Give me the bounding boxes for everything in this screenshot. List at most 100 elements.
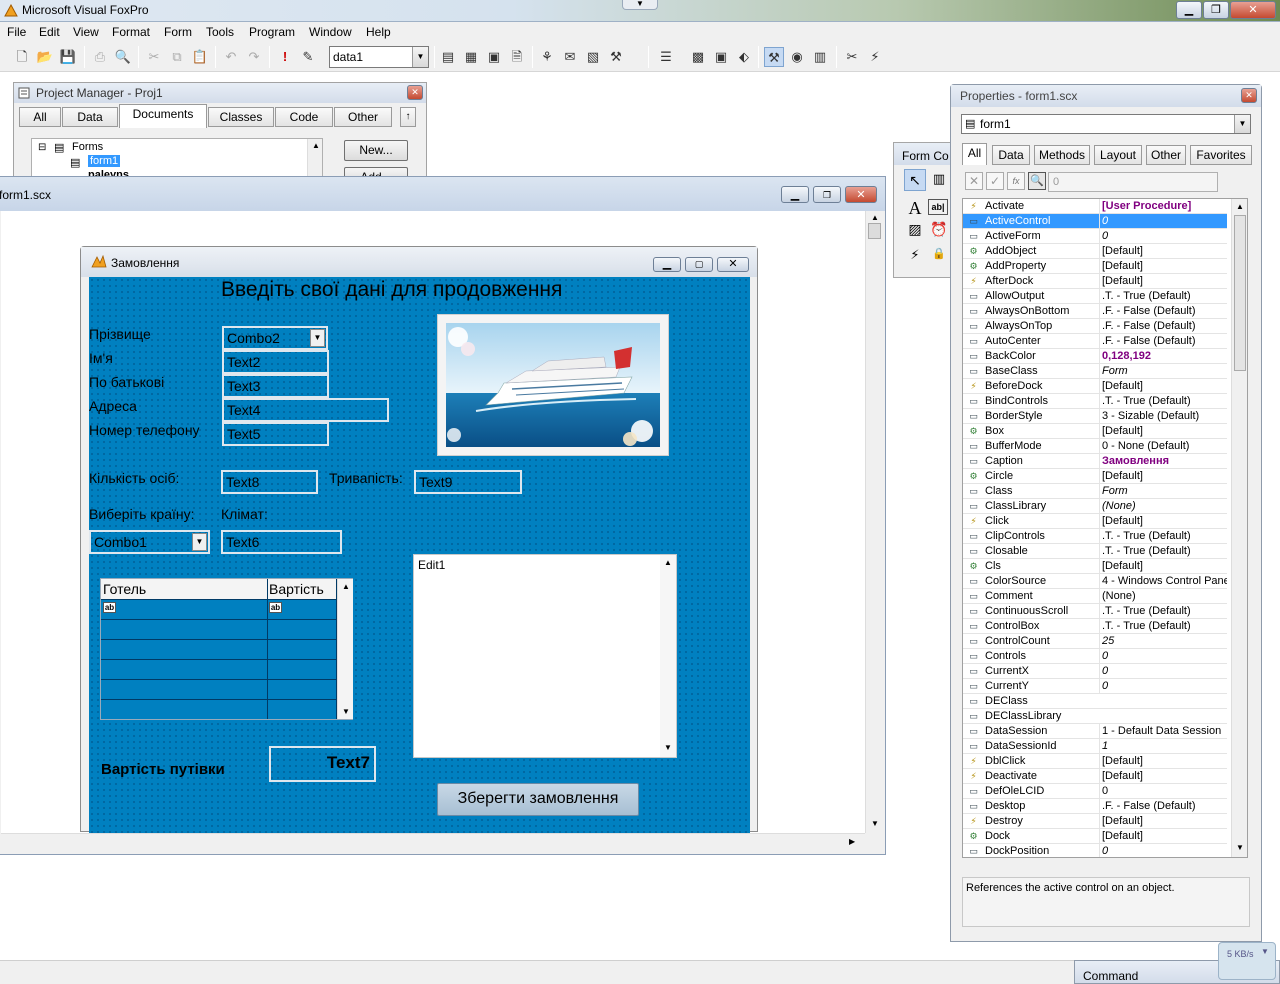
property-row[interactable]: ⚙ Cls [Default] — [963, 559, 1227, 574]
property-row[interactable]: ▭ Caption Замовлення — [963, 454, 1227, 469]
select-pointer-icon[interactable]: ↖ — [904, 169, 926, 191]
vertical-scrollbar[interactable]: ▲ ▼ — [865, 211, 883, 833]
form-client-area[interactable]: Введіть свої дані для продовження Прізви… — [89, 277, 750, 833]
tab-other[interactable]: Other — [334, 107, 392, 127]
zoom-icon[interactable]: 🔍 — [1028, 172, 1046, 190]
collapse-icon[interactable]: ⊟ — [38, 142, 46, 153]
property-row[interactable]: ⚡ Click [Default] — [963, 514, 1227, 529]
save-order-button[interactable]: Зберегти замовлення — [437, 783, 639, 816]
property-row[interactable]: ⚡ BeforeDock [Default] — [963, 379, 1227, 394]
builder-lock-icon[interactable]: ⚡ — [904, 247, 926, 267]
property-row[interactable]: ▭ BindControls .T. - True (Default) — [963, 394, 1227, 409]
restore-button[interactable]: ❐ — [1203, 1, 1229, 19]
property-row[interactable]: ▭ AllowOutput .T. - True (Default) — [963, 289, 1227, 304]
property-value[interactable]: 0,128,192 — [1099, 349, 1227, 363]
menu-window[interactable]: Window — [309, 25, 352, 39]
menu-tools[interactable]: Tools — [206, 25, 234, 39]
print-preview-icon[interactable]: 🔍 — [113, 47, 133, 67]
property-value[interactable]: [Default] — [1099, 754, 1227, 768]
property-list[interactable]: ⚡ Activate [User Procedure] ▭ ActiveControl 0… — [962, 198, 1248, 858]
menu-edit[interactable]: Edit — [39, 25, 60, 39]
property-row[interactable]: ▭ AlwaysOnBottom .F. - False (Default) — [963, 304, 1227, 319]
menu-program[interactable]: Program — [249, 25, 295, 39]
property-value[interactable]: 0 — [1099, 664, 1227, 678]
run-icon[interactable]: ! — [275, 47, 295, 67]
tab-all[interactable]: All — [962, 143, 987, 165]
property-value[interactable]: [Default] — [1099, 469, 1227, 483]
property-row[interactable]: ⚡ DblClick [Default] — [963, 754, 1227, 769]
property-row[interactable]: ▭ DefOleLCID 0 — [963, 784, 1227, 799]
menu-view[interactable]: View — [73, 25, 99, 39]
tab-favorites[interactable]: Favorites — [1190, 145, 1252, 165]
property-value[interactable]: 25 — [1099, 634, 1227, 648]
cancel-icon[interactable]: ✕ — [965, 172, 983, 190]
property-row[interactable]: ▭ BackColor 0,128,192 — [963, 349, 1227, 364]
tab-other[interactable]: Other — [1146, 145, 1186, 165]
undo-icon[interactable]: ↶ — [221, 47, 241, 67]
property-value[interactable]: .T. - True (Default) — [1099, 529, 1227, 543]
menu-format[interactable]: Format — [112, 25, 150, 39]
property-value[interactable]: [Default] — [1099, 259, 1227, 273]
property-row[interactable]: ▭ ClipControls .T. - True (Default) — [963, 529, 1227, 544]
object-selector[interactable]: ▤ form1 ▼ — [961, 114, 1251, 134]
properties-icon[interactable]: ▣ — [711, 47, 731, 67]
property-row[interactable]: ▭ BorderStyle 3 - Sizable (Default) — [963, 409, 1227, 424]
property-row[interactable]: ▭ Comment (None) — [963, 589, 1227, 604]
property-value[interactable]: Form — [1099, 364, 1227, 378]
property-row[interactable]: ▭ Closable .T. - True (Default) — [963, 544, 1227, 559]
property-value[interactable]: 1 — [1099, 739, 1227, 753]
collapse-arrow-icon[interactable]: ↑ — [400, 107, 416, 127]
scroll-up-icon[interactable]: ▲ — [342, 582, 350, 591]
chevron-down-icon[interactable]: ▼ — [1261, 947, 1269, 956]
view-window-icon[interactable]: ▦ — [461, 47, 481, 67]
property-row[interactable]: ▭ DEClass — [963, 694, 1227, 709]
property-value[interactable]: 0 — [1099, 784, 1227, 798]
class-browser-icon[interactable]: ⚘ — [537, 47, 557, 67]
property-row[interactable]: ▭ DEClassLibrary — [963, 709, 1227, 724]
property-row[interactable]: ⚡ Deactivate [Default] — [963, 769, 1227, 784]
tab-data[interactable]: Data — [62, 107, 118, 127]
function-icon[interactable]: fx — [1007, 172, 1025, 190]
tree-node-forms[interactable]: Forms — [72, 141, 103, 153]
text5-phone[interactable]: Text5 — [222, 422, 329, 446]
property-row[interactable]: ⚡ AfterDock [Default] — [963, 274, 1227, 289]
menu-file[interactable]: File — [7, 25, 26, 39]
property-row[interactable]: ▭ BaseClass Form — [963, 364, 1227, 379]
property-row[interactable]: ▭ DataSessionId 1 — [963, 739, 1227, 754]
property-row[interactable]: ▭ AutoCenter .F. - False (Default) — [963, 334, 1227, 349]
grid-col-cost[interactable]: Вартість — [269, 581, 324, 597]
property-row[interactable]: ⚡ Destroy [Default] — [963, 814, 1227, 829]
form-controls-toolbar-icon[interactable]: ⚒ — [764, 47, 784, 67]
tab-methods[interactable]: Methods — [1034, 145, 1090, 165]
property-row[interactable]: ⚡ Activate [User Procedure] — [963, 199, 1227, 214]
property-row[interactable]: ▭ Desktop .F. - False (Default) — [963, 799, 1227, 814]
scroll-up-icon[interactable]: ▲ — [664, 558, 672, 567]
new-button[interactable]: New... — [344, 140, 408, 161]
property-row[interactable]: ▭ ColorSource 4 - Windows Control Panel — [963, 574, 1227, 589]
property-row[interactable]: ▭ DockPosition 0 — [963, 844, 1227, 857]
scroll-right-icon[interactable]: ▶ — [849, 837, 855, 846]
lock-icon[interactable]: 🔒 — [928, 247, 950, 267]
text7-cost[interactable]: Text7 — [269, 746, 376, 782]
property-row[interactable]: ⚙ Circle [Default] — [963, 469, 1227, 484]
accept-icon[interactable]: ✓ — [986, 172, 1004, 190]
layout-toolbar-icon[interactable]: ▥ — [810, 47, 830, 67]
chevron-down-icon[interactable]: ▼ — [1234, 115, 1250, 133]
scroll-down-icon[interactable]: ▼ — [871, 819, 879, 828]
property-value[interactable]: .F. - False (Default) — [1099, 334, 1227, 348]
data-session-icon[interactable]: ▧ — [583, 47, 603, 67]
chevron-down-icon[interactable]: ▼ — [412, 47, 428, 67]
order-form[interactable]: Замовлення ▁ ▢ ✕ Введіть свої дані для п… — [80, 246, 758, 833]
scroll-down-icon[interactable]: ▼ — [664, 743, 672, 752]
scroll-down-icon[interactable]: ▼ — [1236, 843, 1244, 852]
copy-icon[interactable]: ⧉ — [167, 47, 187, 67]
property-value[interactable]: .T. - True (Default) — [1099, 604, 1227, 618]
autoformat-icon[interactable]: ⚡ — [865, 47, 885, 67]
hotel-grid[interactable]: Готель Вартість ab ab ▲ ▼ — [100, 578, 353, 720]
property-row[interactable]: ⚙ Box [Default] — [963, 424, 1227, 439]
chevron-down-icon[interactable]: ▼ — [310, 329, 325, 347]
property-value[interactable]: .T. - True (Default) — [1099, 394, 1227, 408]
property-row[interactable]: ▭ CurrentX 0 — [963, 664, 1227, 679]
grid-scrollbar[interactable]: ▲ ▼ — [337, 579, 353, 719]
property-row[interactable]: ▭ ActiveForm 0 — [963, 229, 1227, 244]
